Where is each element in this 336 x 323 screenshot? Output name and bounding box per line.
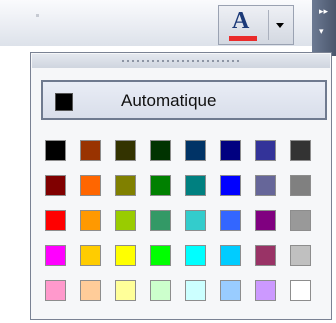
color-swatch[interactable] xyxy=(185,245,206,266)
color-swatch[interactable] xyxy=(255,280,276,301)
color-swatch[interactable] xyxy=(255,175,276,196)
color-swatch[interactable] xyxy=(80,280,101,301)
color-swatch[interactable] xyxy=(45,140,66,161)
toolbar-grip xyxy=(36,14,39,17)
color-swatch[interactable] xyxy=(290,140,311,161)
color-swatch[interactable] xyxy=(290,210,311,231)
font-color-button[interactable]: A xyxy=(218,5,294,45)
color-swatch[interactable] xyxy=(150,140,171,161)
font-color-icon: A xyxy=(232,8,250,34)
automatic-color-swatch xyxy=(55,93,73,111)
toolbar-options-icon: ▸▸ xyxy=(319,7,329,17)
color-swatch[interactable] xyxy=(220,175,241,196)
formatting-toolbar: A xyxy=(0,0,336,46)
color-swatch[interactable] xyxy=(45,175,66,196)
color-swatch[interactable] xyxy=(255,140,276,161)
color-swatch[interactable] xyxy=(150,280,171,301)
drag-handle-dots xyxy=(122,60,242,62)
color-swatch[interactable] xyxy=(185,210,206,231)
color-swatch[interactable] xyxy=(220,280,241,301)
color-swatch-grid xyxy=(45,140,321,316)
color-swatch[interactable] xyxy=(45,210,66,231)
color-swatch[interactable] xyxy=(150,175,171,196)
color-swatch[interactable] xyxy=(185,175,206,196)
chevron-down-icon: ▾ xyxy=(319,27,324,37)
color-swatch[interactable] xyxy=(80,210,101,231)
current-color-bar xyxy=(229,36,257,41)
color-swatch[interactable] xyxy=(115,210,136,231)
color-swatch[interactable] xyxy=(220,245,241,266)
automatic-color-button[interactable]: Automatique xyxy=(41,80,327,120)
color-swatch[interactable] xyxy=(80,175,101,196)
color-swatch[interactable] xyxy=(115,140,136,161)
color-swatch[interactable] xyxy=(150,210,171,231)
automatic-color-label: Automatique xyxy=(121,91,217,110)
toolbar-overflow-button[interactable]: ▸▸ ▾ xyxy=(312,0,336,56)
color-swatch[interactable] xyxy=(115,245,136,266)
color-swatch[interactable] xyxy=(150,245,171,266)
color-swatch[interactable] xyxy=(115,175,136,196)
color-swatch[interactable] xyxy=(290,245,311,266)
color-swatch[interactable] xyxy=(220,210,241,231)
color-swatch[interactable] xyxy=(255,210,276,231)
button-separator xyxy=(268,10,269,40)
color-swatch[interactable] xyxy=(185,280,206,301)
color-palette-dropdown: Automatique xyxy=(30,52,332,320)
color-swatch[interactable] xyxy=(290,280,311,301)
palette-drag-handle[interactable] xyxy=(32,54,330,68)
color-swatch[interactable] xyxy=(255,245,276,266)
color-swatch[interactable] xyxy=(80,140,101,161)
color-swatch[interactable] xyxy=(45,280,66,301)
chevron-down-icon[interactable] xyxy=(276,23,284,28)
color-swatch[interactable] xyxy=(220,140,241,161)
color-swatch[interactable] xyxy=(115,280,136,301)
color-swatch[interactable] xyxy=(45,245,66,266)
color-swatch[interactable] xyxy=(290,175,311,196)
color-swatch[interactable] xyxy=(80,245,101,266)
color-swatch[interactable] xyxy=(185,140,206,161)
